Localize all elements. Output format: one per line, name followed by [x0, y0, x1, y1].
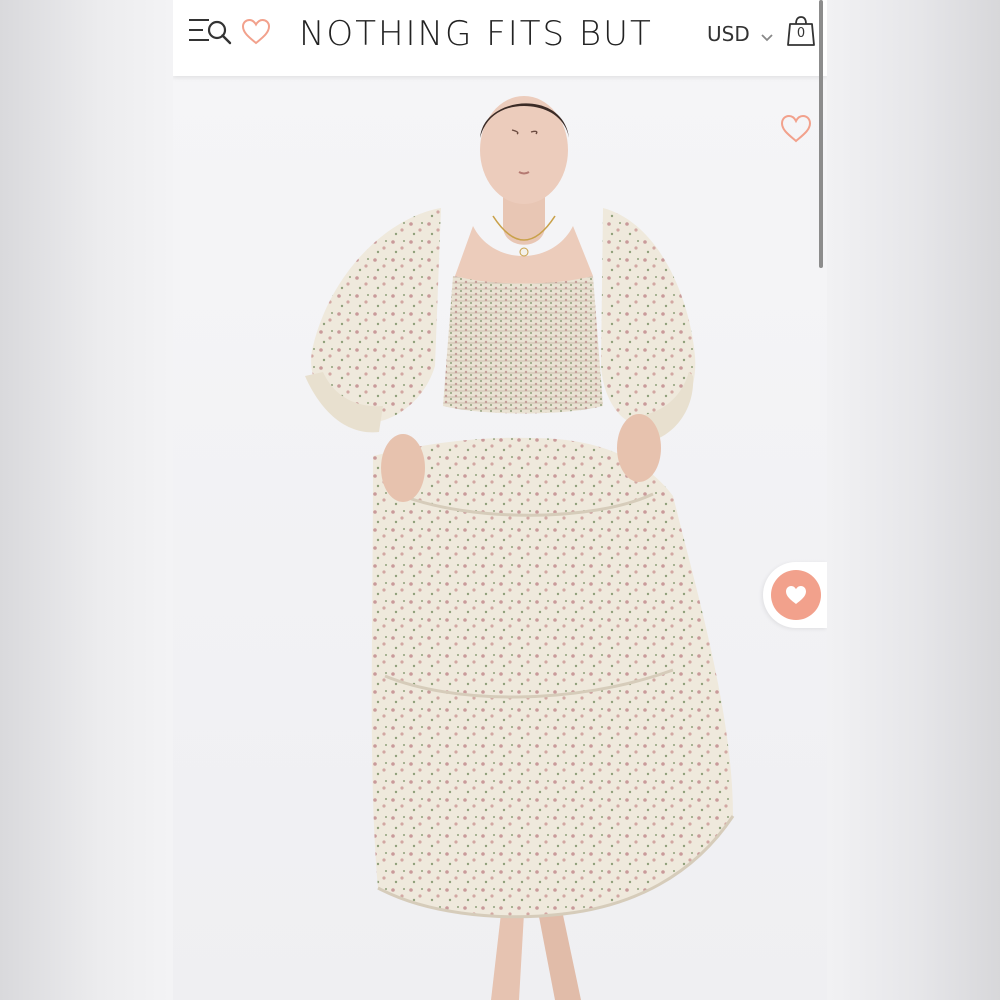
currency-label: USD — [707, 22, 750, 46]
site-header: NOTHING FITS BUT USD 0 — [173, 0, 827, 76]
menu-search-button[interactable] — [187, 14, 235, 50]
menu-search-icon — [189, 19, 232, 45]
model-dress-illustration — [305, 96, 735, 1000]
mobile-screen: NOTHING FITS BUT USD 0 — [173, 0, 827, 1000]
wishlist-button[interactable] — [241, 18, 271, 46]
chevron-down-icon — [760, 22, 774, 50]
heart-filled-icon — [786, 586, 806, 604]
cart-count-badge: 0 — [796, 26, 806, 41]
product-wishlist-button[interactable] — [779, 114, 813, 144]
scrollbar[interactable] — [819, 0, 823, 268]
heart-outline-icon — [241, 18, 271, 45]
product-image[interactable] — [173, 76, 827, 1000]
heart-outline-icon — [780, 114, 812, 143]
currency-selector[interactable]: USD — [707, 20, 774, 48]
cart-button[interactable]: 0 — [786, 14, 816, 48]
brand-logo[interactable]: NOTHING FITS BUT — [299, 12, 681, 56]
floating-wishlist-button[interactable] — [771, 570, 821, 620]
